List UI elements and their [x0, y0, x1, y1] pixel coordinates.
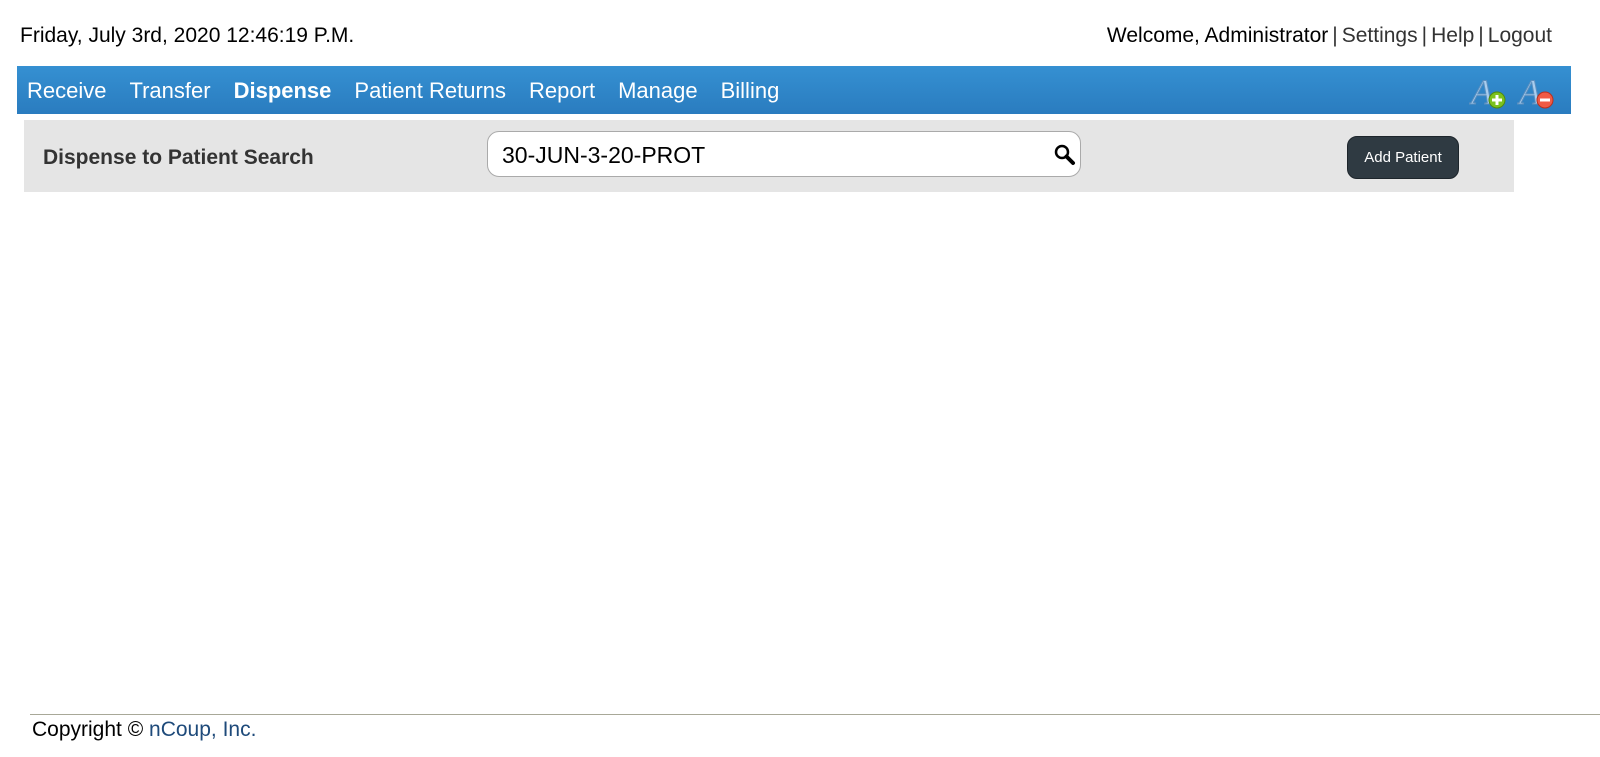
nav-report[interactable]: Report	[529, 78, 595, 104]
separator: |	[1478, 24, 1484, 47]
patient-search-input[interactable]	[500, 140, 1044, 170]
main-nav: Receive Transfer Dispense Patient Return…	[17, 66, 1571, 114]
separator: |	[1421, 24, 1428, 47]
add-patient-button[interactable]: Add Patient	[1347, 136, 1459, 179]
separator: |	[1332, 24, 1338, 47]
logout-link[interactable]: Logout	[1488, 24, 1552, 47]
top-bar: Friday, July 3rd, 2020 12:46:19 P.M. Wel…	[20, 24, 1552, 52]
welcome-text: Welcome, Administrator	[1106, 24, 1329, 47]
nav-patient-returns[interactable]: Patient Returns	[354, 78, 506, 104]
copyright-text: Copyright ©	[32, 718, 144, 741]
footer-divider	[30, 714, 1600, 715]
nav-dispense[interactable]: Dispense	[234, 78, 332, 104]
font-size-decrease-icon[interactable]: A	[1517, 72, 1557, 110]
search-icon[interactable]	[1054, 144, 1076, 166]
search-panel: Dispense to Patient Search Add Patient	[24, 120, 1514, 192]
panel-title: Dispense to Patient Search	[43, 146, 314, 169]
nav-receive[interactable]: Receive	[27, 78, 106, 104]
nav-billing[interactable]: Billing	[721, 78, 780, 104]
patient-search-box	[487, 131, 1081, 177]
nav-manage[interactable]: Manage	[618, 78, 698, 104]
nav-transfer[interactable]: Transfer	[129, 78, 210, 104]
company-link[interactable]: nCoup, Inc.	[149, 718, 256, 741]
settings-link[interactable]: Settings	[1342, 24, 1418, 47]
footer: Copyright © nCoup, Inc.	[32, 718, 256, 742]
help-link[interactable]: Help	[1431, 24, 1474, 47]
user-links: Welcome, Administrator | Settings | Help | Log…	[1107, 24, 1552, 48]
font-size-increase-icon[interactable]: A	[1469, 72, 1509, 110]
datetime: Friday, July 3rd, 2020 12:46:19 P.M.	[20, 24, 355, 47]
